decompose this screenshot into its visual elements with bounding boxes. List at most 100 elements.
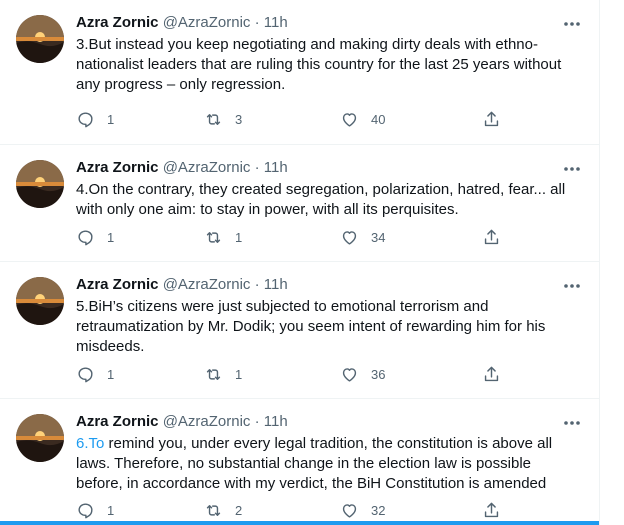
retweet-icon <box>206 504 221 516</box>
like-icon <box>342 112 357 127</box>
reply-button[interactable]: 1 <box>76 107 114 131</box>
tweet[interactable]: Azra Zornic @AzraZornic · 11h 6.To remin… <box>0 399 599 525</box>
tweet-text: 6.To remind you, under every legal tradi… <box>76 434 576 494</box>
share-button[interactable] <box>482 225 501 249</box>
retweet-button[interactable]: 1 <box>204 225 242 249</box>
tweet-header: Azra Zornic @AzraZornic · 11h <box>76 13 288 33</box>
sunset-avatar-icon <box>16 414 64 462</box>
share-button[interactable] <box>482 362 501 386</box>
tweet-actions: 1 2 32 <box>72 498 512 522</box>
reply-icon <box>78 229 93 245</box>
tweet-text-content: remind you, under every legal tradition,… <box>76 435 553 492</box>
like-icon <box>342 503 357 518</box>
more-button[interactable] <box>560 14 584 34</box>
retweet-count: 3 <box>235 111 243 127</box>
tweet-actions: 1 3 40 <box>72 107 512 131</box>
more-icon <box>564 421 580 425</box>
timestamp[interactable]: 11h <box>264 413 288 430</box>
retweet-button[interactable]: 1 <box>204 362 242 386</box>
separator-dot: · <box>254 14 260 31</box>
reply-button[interactable]: 1 <box>76 225 114 249</box>
retweet-icon <box>206 231 221 243</box>
like-icon <box>342 367 357 382</box>
avatar[interactable] <box>16 414 64 462</box>
share-icon <box>484 366 499 381</box>
reply-icon <box>78 111 93 127</box>
retweet-button[interactable]: 2 <box>204 498 242 522</box>
like-button[interactable]: 36 <box>340 362 385 386</box>
like-count: 32 <box>371 502 386 518</box>
timestamp[interactable]: 11h <box>264 14 288 31</box>
tweet-link[interactable]: 6.To <box>76 435 104 452</box>
reply-button[interactable]: 1 <box>76 362 114 386</box>
avatar[interactable] <box>16 160 64 208</box>
avatar[interactable] <box>16 15 64 63</box>
tweet-text: 4.On the contrary, they created segregat… <box>76 180 576 220</box>
more-icon <box>564 167 580 171</box>
author-handle[interactable]: @AzraZornic <box>163 14 251 31</box>
more-button[interactable] <box>560 413 584 433</box>
avatar[interactable] <box>16 277 64 325</box>
more-icon <box>564 22 580 26</box>
sunset-avatar-icon <box>16 277 64 325</box>
like-count: 40 <box>371 111 386 127</box>
like-button[interactable]: 32 <box>340 498 385 522</box>
retweet-button[interactable]: 3 <box>204 107 242 131</box>
timestamp[interactable]: 11h <box>264 276 288 293</box>
tweet-text-content: 5.BiH’s citizens were just subjected to … <box>76 298 546 355</box>
more-icon <box>564 284 580 288</box>
more-button[interactable] <box>560 159 584 179</box>
like-count: 34 <box>371 229 386 245</box>
timeline: Azra Zornic @AzraZornic · 11h 3.But inst… <box>0 0 600 525</box>
reply-count: 1 <box>107 366 115 382</box>
share-icon <box>484 111 499 126</box>
author-name[interactable]: Azra Zornic <box>76 14 159 31</box>
sunset-avatar-icon <box>16 15 64 63</box>
tweet-text: 3.But instead you keep negotiating and m… <box>76 35 576 95</box>
reply-icon <box>78 502 93 518</box>
tweet-text-content: 3.But instead you keep negotiating and m… <box>76 36 562 93</box>
sunset-avatar-icon <box>16 160 64 208</box>
reply-count: 1 <box>107 111 115 127</box>
reply-count: 1 <box>107 229 115 245</box>
share-button[interactable] <box>482 107 501 131</box>
separator-dot: · <box>254 413 260 430</box>
tweet-actions: 1 1 36 <box>72 362 512 386</box>
reply-count: 1 <box>107 502 115 518</box>
tweet-header: Azra Zornic @AzraZornic · 11h <box>76 412 288 432</box>
scroll-indicator-bar <box>0 521 600 525</box>
author-name[interactable]: Azra Zornic <box>76 413 159 430</box>
like-button[interactable]: 34 <box>340 225 385 249</box>
author-handle[interactable]: @AzraZornic <box>163 276 251 293</box>
share-icon <box>484 229 499 244</box>
retweet-icon <box>206 113 221 125</box>
author-handle[interactable]: @AzraZornic <box>163 159 251 176</box>
retweet-count: 2 <box>235 502 243 518</box>
like-icon <box>342 230 357 245</box>
author-handle[interactable]: @AzraZornic <box>163 413 251 430</box>
tweet[interactable]: Azra Zornic @AzraZornic · 11h 5.BiH’s ci… <box>0 262 599 399</box>
retweet-count: 1 <box>235 229 243 245</box>
tweet-header: Azra Zornic @AzraZornic · 11h <box>76 275 288 295</box>
retweet-icon <box>206 368 221 380</box>
tweet[interactable]: Azra Zornic @AzraZornic · 11h 3.But inst… <box>0 0 599 145</box>
share-button[interactable] <box>482 498 501 522</box>
retweet-count: 1 <box>235 366 243 382</box>
reply-icon <box>78 366 93 382</box>
tweet-text: 5.BiH’s citizens were just subjected to … <box>76 297 576 357</box>
tweet-header: Azra Zornic @AzraZornic · 11h <box>76 158 288 178</box>
separator-dot: · <box>254 159 260 176</box>
reply-button[interactable]: 1 <box>76 498 114 522</box>
timestamp[interactable]: 11h <box>264 159 288 176</box>
tweet-actions: 1 1 34 <box>72 225 512 249</box>
like-count: 36 <box>371 366 386 382</box>
tweet-text-content: 4.On the contrary, they created segregat… <box>76 181 566 218</box>
column-divider <box>599 0 600 525</box>
tweet[interactable]: Azra Zornic @AzraZornic · 11h 4.On the c… <box>0 145 599 262</box>
share-icon <box>484 502 499 517</box>
like-button[interactable]: 40 <box>340 107 385 131</box>
author-name[interactable]: Azra Zornic <box>76 276 159 293</box>
separator-dot: · <box>254 276 260 293</box>
author-name[interactable]: Azra Zornic <box>76 159 159 176</box>
more-button[interactable] <box>560 276 584 296</box>
